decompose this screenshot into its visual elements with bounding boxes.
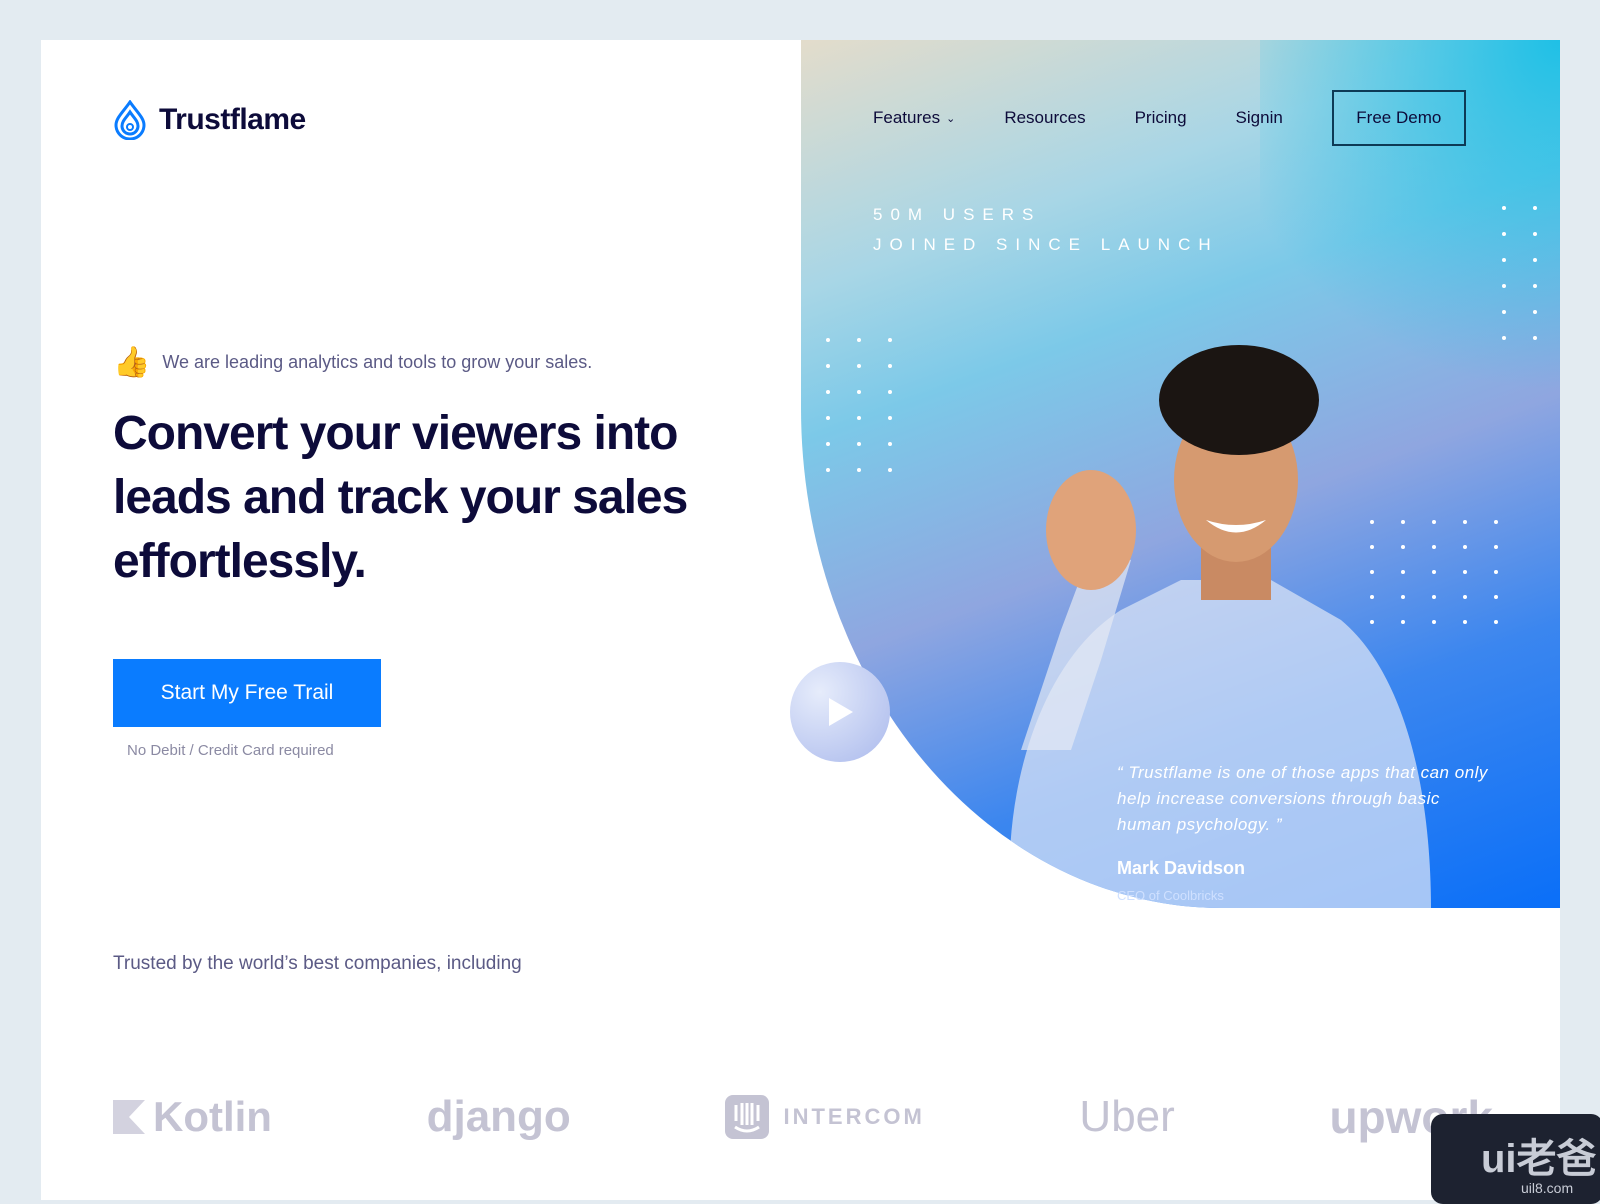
testimonial-quote: “ Trustflame is one of those apps that c… — [1117, 763, 1488, 834]
intercom-text: INTERCOM — [783, 1104, 925, 1129]
dot — [857, 442, 861, 446]
dot — [1401, 570, 1405, 574]
dot — [1370, 520, 1374, 524]
nav-resources[interactable]: Resources — [1004, 108, 1085, 128]
dot — [1463, 595, 1467, 599]
tagline-text: We are leading analytics and tools to gr… — [162, 352, 593, 372]
tagline: 👍 We are leading analytics and tools to … — [113, 345, 592, 380]
dot — [1533, 258, 1537, 262]
testimonial-name: Mark Davidson — [1117, 858, 1246, 878]
trusted-label: Trusted by the world’s best companies, i… — [113, 953, 522, 974]
watermark: ui老爸 uil8.com — [1431, 1114, 1600, 1204]
nav-features-label: Features — [873, 108, 941, 127]
dot — [888, 390, 892, 394]
dot — [888, 468, 892, 472]
dot — [1432, 570, 1436, 574]
thumbs-up-icon: 👍 — [113, 346, 151, 379]
page-title: Convert your viewers into leads and trac… — [113, 407, 688, 588]
dot — [1533, 284, 1537, 288]
dot — [826, 468, 830, 472]
dot — [857, 416, 861, 420]
dot — [888, 364, 892, 368]
user-stats: 50M USERS JOINED SINCE LAUNCH — [873, 200, 1219, 260]
dot — [1463, 520, 1467, 524]
decorative-dots — [1502, 206, 1537, 340]
chevron-down-icon: ⌄ — [946, 112, 956, 125]
watermark-sub: uil8.com — [1521, 1180, 1574, 1196]
kotlin-text: Kotlin — [153, 1093, 272, 1140]
free-demo-button[interactable]: Free Demo — [1331, 90, 1466, 146]
start-free-trial-button[interactable]: Start My Free Trail — [113, 659, 381, 727]
dot — [1533, 310, 1537, 314]
dot — [1502, 336, 1506, 340]
dot — [1370, 570, 1374, 574]
play-video-button[interactable] — [790, 662, 890, 762]
watermark-main: ui老爸 — [1481, 1137, 1597, 1181]
logo-uber: Uber — [1079, 1092, 1175, 1141]
dot — [826, 364, 830, 368]
dot — [1463, 570, 1467, 574]
cta-note: No Debit / Credit Card required — [127, 742, 334, 759]
dot — [1533, 336, 1537, 340]
testimonial-role: CEO of Coolbricks — [1117, 888, 1224, 903]
dot — [1401, 620, 1405, 624]
brand-logo[interactable]: Trustflame — [113, 100, 306, 140]
dot — [1401, 595, 1405, 599]
decorative-dots — [826, 338, 892, 472]
dot — [888, 442, 892, 446]
dot — [857, 364, 861, 368]
dot — [1502, 258, 1506, 262]
dot — [1502, 310, 1506, 314]
dot — [1370, 620, 1374, 624]
dot — [1533, 232, 1537, 236]
nav-features[interactable]: Features ⌄ — [873, 108, 955, 128]
top-nav: Features ⌄ Resources Pricing Signin Free … — [873, 90, 1466, 146]
dot — [1494, 595, 1498, 599]
dot — [1432, 620, 1436, 624]
dot — [1502, 206, 1506, 210]
dot — [857, 390, 861, 394]
decorative-dots — [1370, 520, 1498, 624]
intercom-icon — [725, 1095, 770, 1139]
dot — [1370, 545, 1374, 549]
nav-signin[interactable]: Signin — [1236, 108, 1283, 128]
dot — [1432, 520, 1436, 524]
dot — [1432, 545, 1436, 549]
company-logos: Kotlin django INTERCOM Uber upwork — [113, 1090, 1493, 1144]
dot — [1502, 232, 1506, 236]
dot — [1370, 595, 1374, 599]
dot — [1401, 545, 1405, 549]
brand-name: Trustflame — [159, 103, 306, 136]
dot — [1494, 545, 1498, 549]
dot — [857, 468, 861, 472]
dot — [1533, 206, 1537, 210]
dot — [1494, 620, 1498, 624]
logo-django: django — [426, 1092, 571, 1141]
dot — [1432, 595, 1436, 599]
dot — [857, 338, 861, 342]
dot — [1401, 520, 1405, 524]
dot — [888, 416, 892, 420]
kotlin-icon — [113, 1100, 145, 1134]
play-icon — [829, 698, 853, 726]
landing-page: Trustflame Features ⌄ Resources Pricing S… — [41, 40, 1560, 1200]
nav-pricing[interactable]: Pricing — [1135, 108, 1187, 128]
flame-drop-icon — [114, 100, 146, 140]
dot — [1502, 284, 1506, 288]
logo-intercom: INTERCOM — [725, 1095, 924, 1139]
dot — [826, 416, 830, 420]
logo-kotlin: Kotlin — [113, 1093, 272, 1141]
dot — [1463, 545, 1467, 549]
stats-line-2: JOINED SINCE LAUNCH — [873, 235, 1219, 254]
dot — [826, 390, 830, 394]
dot — [826, 338, 830, 342]
stats-line-1: 50M USERS — [873, 205, 1042, 224]
dot — [1463, 620, 1467, 624]
dot — [1494, 570, 1498, 574]
dot — [826, 442, 830, 446]
dot — [888, 338, 892, 342]
dot — [1494, 520, 1498, 524]
